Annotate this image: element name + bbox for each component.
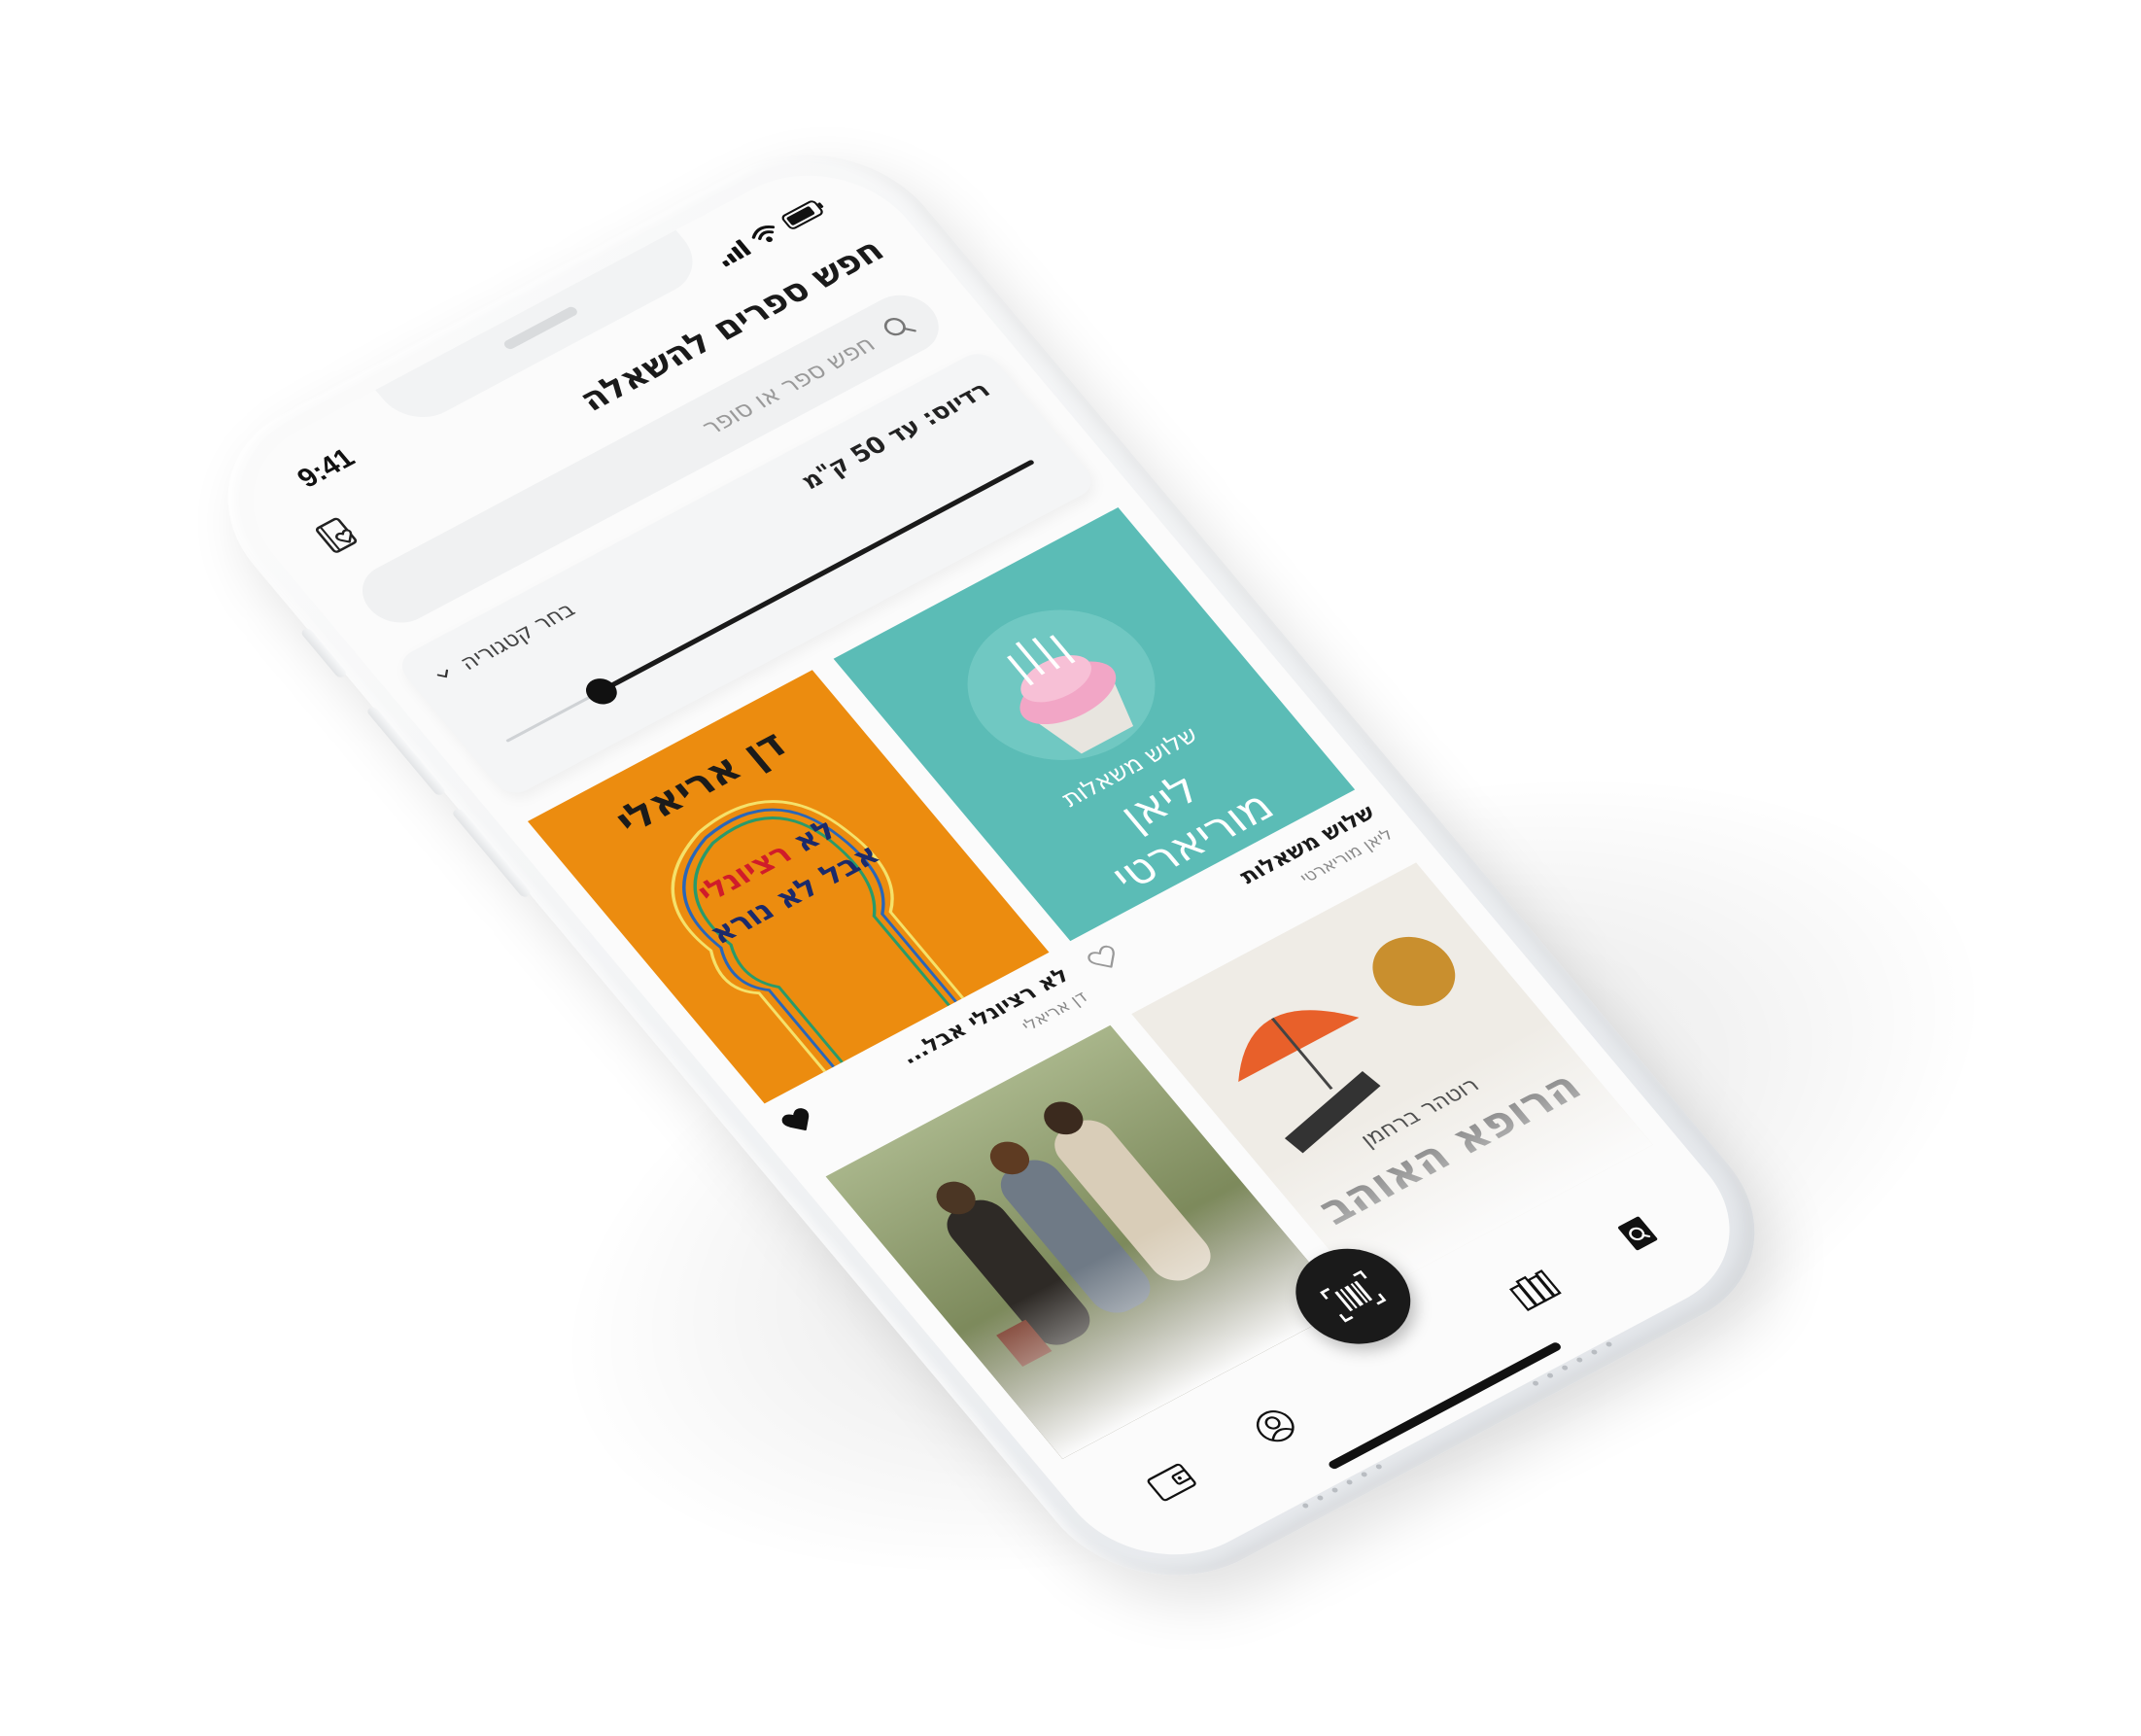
search-icon	[883, 317, 916, 336]
wishlist-button[interactable]	[301, 504, 375, 565]
library-icon	[1508, 1269, 1562, 1312]
tab-library[interactable]	[1497, 1259, 1571, 1319]
heart-outline-icon[interactable]	[1081, 939, 1127, 977]
tab-wallet[interactable]	[1134, 1451, 1208, 1511]
category-label: בחר קטגוריה	[455, 597, 581, 676]
category-select[interactable]: בחר קטגוריה	[431, 598, 580, 688]
tab-search-books[interactable]	[1601, 1203, 1675, 1264]
scan-barcode-icon	[1320, 1269, 1387, 1323]
wallet-icon	[1147, 1463, 1196, 1502]
search-book-icon	[1617, 1216, 1658, 1251]
cellular-signal-icon	[712, 237, 752, 267]
tab-profile[interactable]	[1238, 1396, 1312, 1456]
status-bar: 9:41	[288, 191, 832, 498]
wifi-icon	[751, 225, 776, 243]
book-heart-icon	[315, 517, 358, 553]
profile-icon	[1256, 1410, 1295, 1442]
status-time: 9:41	[291, 442, 362, 494]
stage: •••••• •••••• 9:41 חפש ספרים להשאלה חפש …	[0, 0, 2141, 1736]
chevron-down-icon	[436, 669, 449, 678]
battery-icon	[779, 198, 826, 231]
heart-filled-icon[interactable]	[775, 1102, 821, 1140]
